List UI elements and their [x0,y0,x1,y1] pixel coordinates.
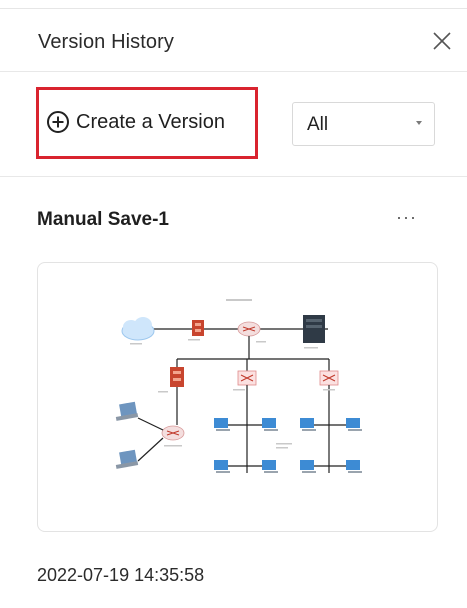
server-icon [303,315,325,343]
panel-title: Version History [38,31,174,53]
computer-icon [346,460,362,473]
router-icon [237,321,261,337]
switch-icon [237,370,257,386]
version-name: Manual Save-1 [37,209,169,230]
toolbar: Create a Version All [0,72,467,177]
version-timestamp: 2022-07-19 14:35:58 [37,565,205,585]
network-diagram-preview [115,299,362,473]
computer-icon [300,418,316,431]
firewall-icon [170,367,184,387]
filter-selected-value: All [307,114,329,135]
computer-icon [262,418,278,431]
computer-icon [214,418,230,431]
version-history-panel: Version History Create a Version All Man… [0,0,467,608]
computer-icon [346,418,362,431]
cloud-icon [121,317,155,341]
router-icon [161,425,185,441]
create-version-label: Create a Version [76,110,225,133]
switch-icon [319,370,339,386]
close-icon [433,32,451,50]
create-version-button[interactable]: Create a Version [36,87,258,159]
panel-header: Version History [0,9,467,72]
version-thumbnail[interactable] [37,262,438,532]
computer-icon [262,460,278,473]
version-filter-select[interactable]: All [292,102,435,146]
chevron-down-icon [416,121,422,125]
firewall-icon [192,320,204,336]
close-button[interactable] [430,29,454,53]
computer-icon [300,460,316,473]
plus-circle-icon [47,111,69,133]
laptop-icon [115,449,139,469]
create-version-content: Create a Version [46,110,225,134]
laptop-icon [115,401,139,421]
computer-icon [214,460,230,473]
more-options-button[interactable]: ··· [396,208,424,232]
